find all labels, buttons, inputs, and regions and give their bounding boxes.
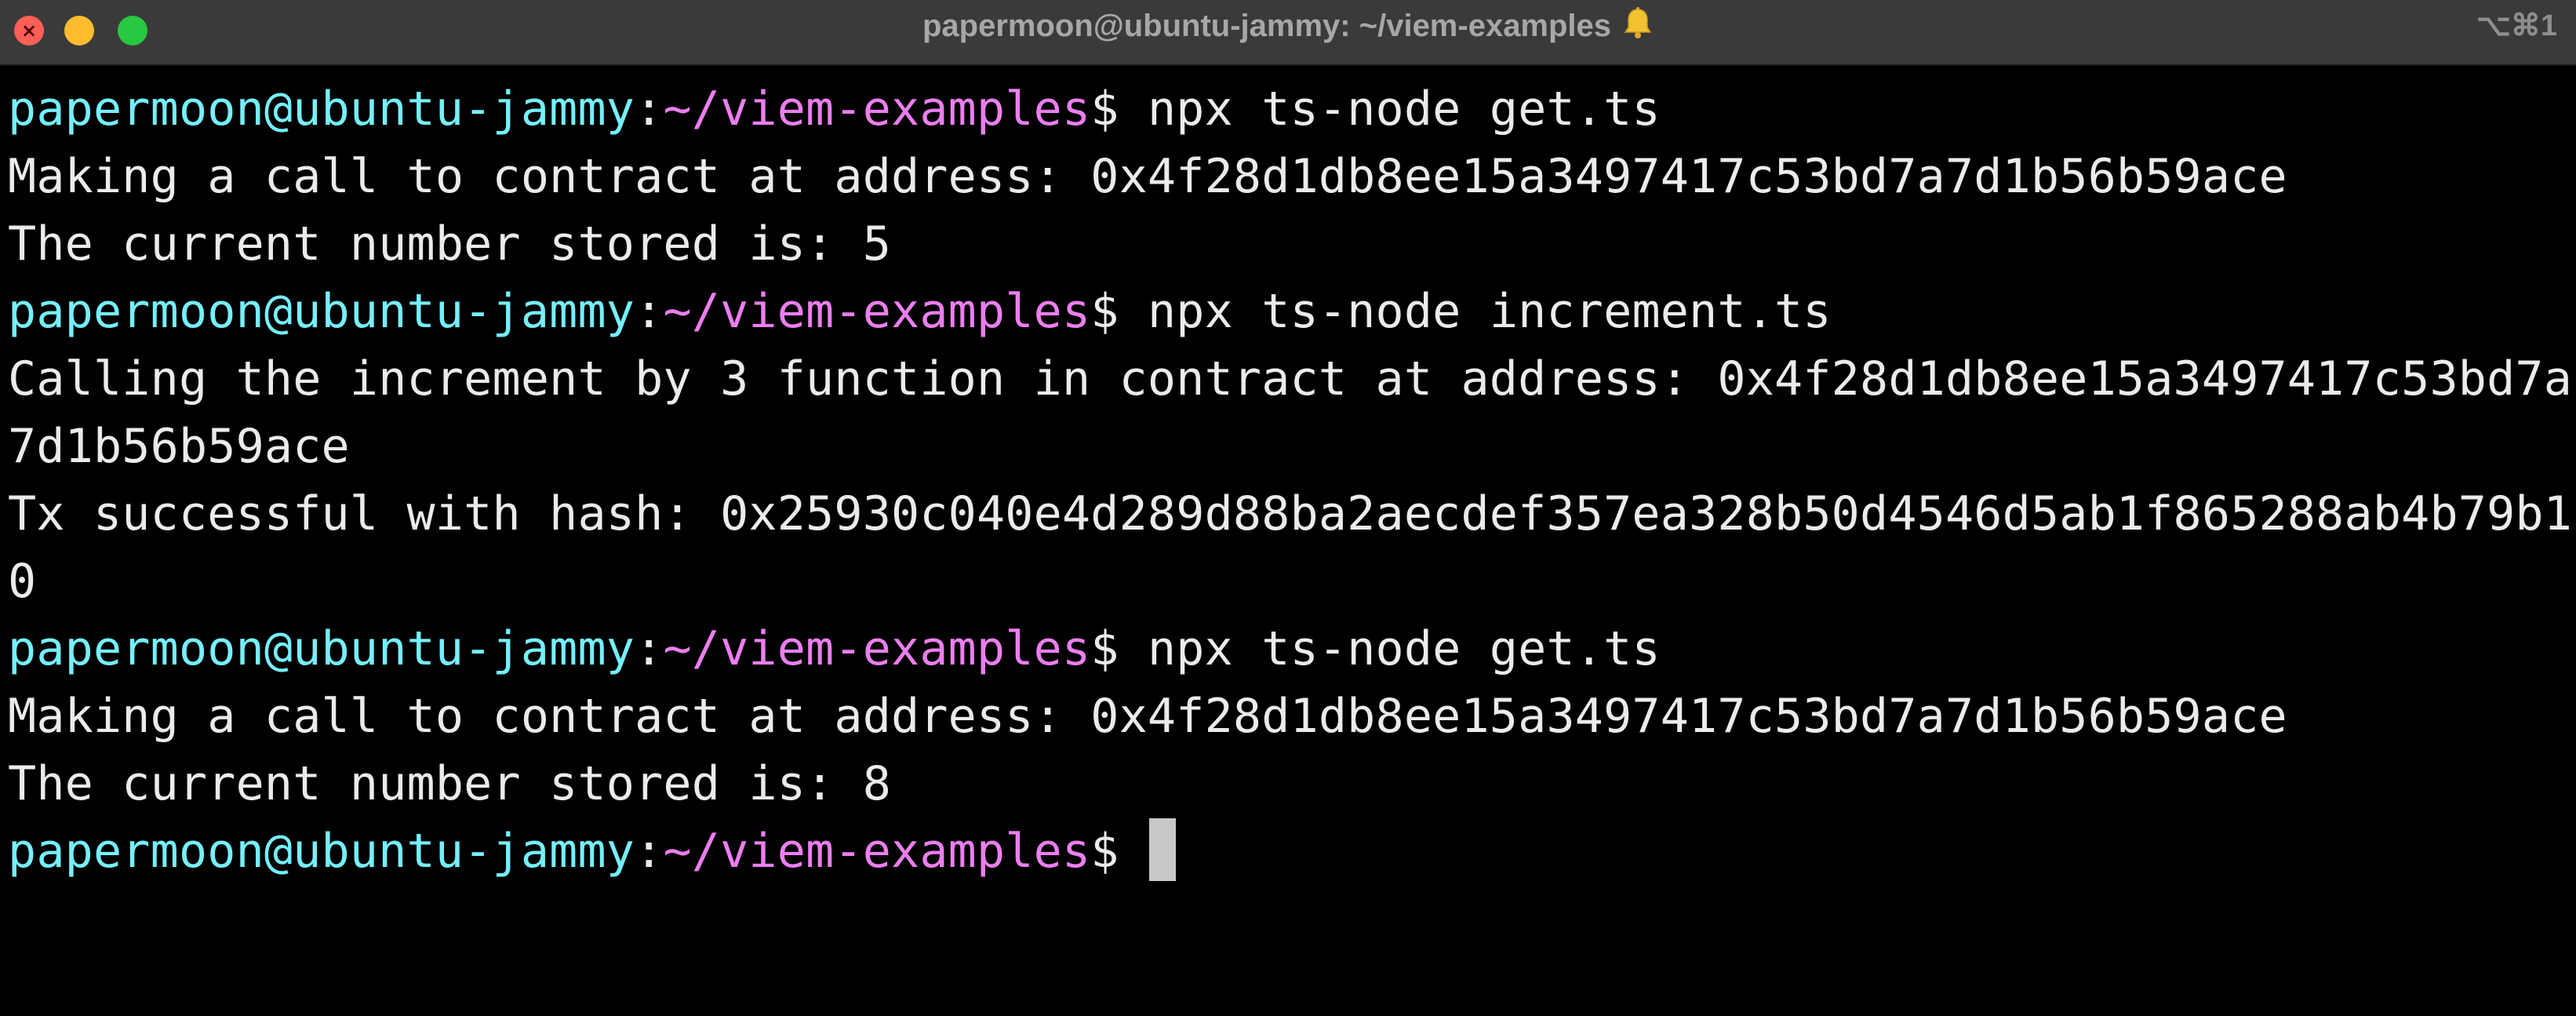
prompt-path: ~/viem-examples (663, 284, 1091, 339)
command-text: npx ts-node get.ts (1119, 82, 1661, 137)
output-line: 7d1b56b59ace (8, 419, 350, 474)
bell-icon (1624, 7, 1652, 38)
prompt-user-host: papermoon@ubuntu-jammy (8, 82, 635, 137)
prompt-colon: : (635, 82, 664, 137)
prompt-path: ~/viem-examples (663, 824, 1091, 879)
output-line: Tx successful with hash: 0x25930c040e4d2… (8, 486, 2573, 541)
terminal-content[interactable]: papermoon@ubuntu-jammy:~/viem-examples$ … (0, 75, 2576, 1016)
prompt-line: papermoon@ubuntu-jammy:~/viem-examples$ … (8, 75, 1661, 143)
output-line: The current number stored is: 8 (8, 756, 892, 811)
prompt-colon: : (635, 621, 664, 676)
prompt-symbol: $ (1090, 82, 1119, 137)
command-text: npx ts-node get.ts (1119, 621, 1661, 676)
output-line: Making a call to contract at address: 0x… (8, 689, 2287, 744)
output-line: The current number stored is: 5 (8, 217, 892, 271)
prompt-symbol: $ (1090, 284, 1119, 339)
prompt-line: papermoon@ubuntu-jammy:~/viem-examples$ … (8, 615, 1661, 683)
command-text (1119, 824, 1148, 879)
prompt-symbol: $ (1090, 621, 1119, 676)
prompt-line: papermoon@ubuntu-jammy:~/viem-examples$ … (8, 278, 1832, 345)
window-title-container: papermoon@ubuntu-jammy: ~/viem-examples (0, 0, 2576, 66)
prompt-user-host: papermoon@ubuntu-jammy (8, 621, 635, 676)
prompt-symbol: $ (1090, 824, 1119, 879)
prompt-colon: : (635, 824, 664, 879)
output-line: 0 (8, 554, 37, 609)
window-title: papermoon@ubuntu-jammy: ~/viem-examples (922, 9, 1612, 43)
output-line: Calling the increment by 3 function in c… (8, 351, 2573, 406)
terminal-window: × papermoon@ubuntu-jammy: ~/viem-example… (0, 0, 2576, 1016)
prompt-user-host: papermoon@ubuntu-jammy (8, 824, 635, 879)
terminal-cursor[interactable] (1148, 818, 1176, 881)
prompt-colon: : (635, 284, 664, 339)
output-line: Making a call to contract at address: 0x… (8, 149, 2287, 204)
title-bar[interactable]: × papermoon@ubuntu-jammy: ~/viem-example… (0, 0, 2576, 66)
prompt-line: papermoon@ubuntu-jammy:~/viem-examples$ (8, 818, 1176, 885)
prompt-user-host: papermoon@ubuntu-jammy (8, 284, 635, 339)
command-text: npx ts-node increment.ts (1119, 284, 1832, 339)
prompt-path: ~/viem-examples (663, 82, 1091, 137)
prompt-path: ~/viem-examples (663, 621, 1091, 676)
window-shortcut-label: ⌥⌘1 (2476, 9, 2557, 42)
